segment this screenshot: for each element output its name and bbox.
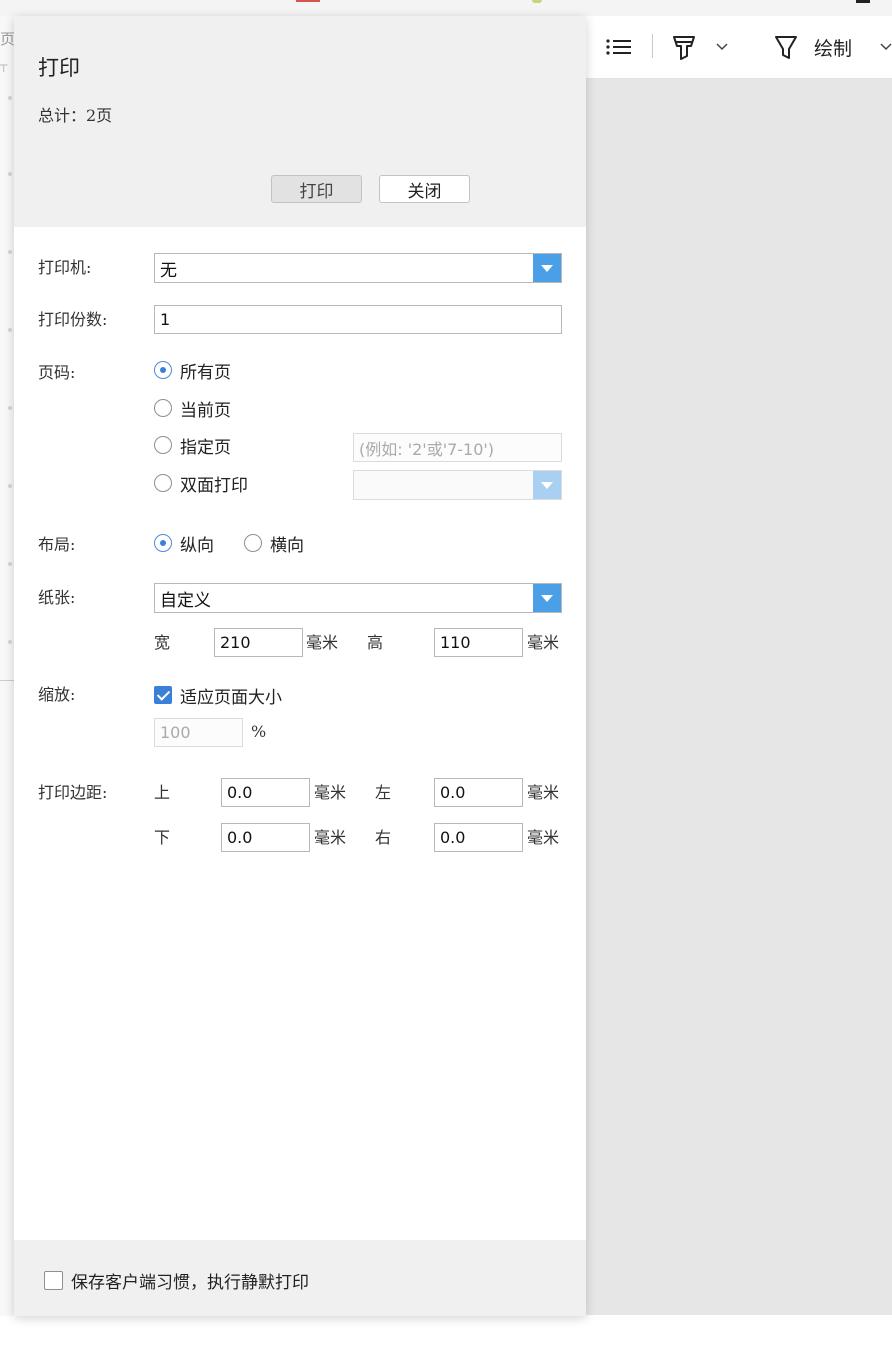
- background-edge-dot: [8, 172, 12, 176]
- silent-print-checkbox-row[interactable]: 保存客户端习惯，执行静默打印: [44, 1268, 309, 1293]
- margin-bottom-input[interactable]: 0.0: [221, 823, 310, 852]
- margin-top-unit: 毫米: [314, 783, 347, 802]
- margin-top-label: 上: [154, 783, 171, 802]
- radio-specified-pages[interactable]: 指定页: [154, 433, 231, 458]
- paper-select[interactable]: 自定义: [154, 583, 562, 613]
- radio-unselected-icon[interactable]: [154, 474, 172, 492]
- close-button[interactable]: 关闭: [379, 175, 470, 203]
- margin-bottom-label: 下: [154, 828, 171, 847]
- top-strip-mark: [532, 0, 542, 3]
- margin-left-unit: 毫米: [527, 783, 560, 802]
- fit-page-label: 适应页面大小: [180, 687, 282, 708]
- margin-bottom-unit: 毫米: [314, 828, 347, 847]
- dialog-footer: 保存客户端习惯，执行静默打印: [14, 1240, 586, 1316]
- top-strip-mark: [856, 0, 870, 3]
- background-edge-dot: [8, 406, 12, 410]
- paper-select-value: 自定义: [160, 590, 211, 611]
- radio-duplex-print-label: 双面打印: [180, 475, 248, 496]
- radio-landscape[interactable]: 横向: [244, 531, 304, 556]
- paper-width-unit: 毫米: [306, 633, 339, 652]
- margin-left-label: 左: [375, 783, 392, 802]
- checkbox-unchecked-icon[interactable]: [44, 1271, 63, 1290]
- chevron-down-icon[interactable]: [880, 16, 892, 78]
- toolbar-divider: [652, 34, 653, 58]
- radio-all-pages-label: 所有页: [180, 362, 231, 383]
- highlighter-icon[interactable]: [672, 16, 696, 78]
- layout-label: 布局:: [38, 535, 76, 554]
- radio-unselected-icon[interactable]: [244, 534, 262, 552]
- paper-height-unit: 毫米: [527, 633, 560, 652]
- draw-label[interactable]: 绘制: [814, 16, 852, 78]
- paper-width-input[interactable]: 210: [214, 628, 303, 657]
- background-edge-dot: [8, 640, 12, 644]
- radio-all-pages[interactable]: 所有页: [154, 358, 231, 383]
- paper-height-label: 高: [367, 633, 384, 652]
- total-pages-text: 总计：2页: [38, 106, 113, 125]
- printer-select[interactable]: 无: [154, 253, 562, 283]
- pages-label: 页码:: [38, 363, 76, 382]
- background-edge-dot: [8, 484, 12, 488]
- background-document-edge: [0, 16, 14, 1316]
- radio-unselected-icon[interactable]: [154, 399, 172, 417]
- checkbox-checked-icon[interactable]: [154, 686, 172, 704]
- radio-selected-icon[interactable]: [154, 361, 172, 379]
- radio-portrait-label: 纵向: [180, 535, 214, 556]
- dialog-title: 打印: [38, 56, 80, 80]
- radio-current-page-label: 当前页: [180, 400, 231, 421]
- duplex-select[interactable]: [353, 470, 562, 500]
- radio-specified-pages-label: 指定页: [180, 437, 231, 458]
- paper-width-label: 宽: [154, 633, 171, 652]
- fit-page-checkbox-row[interactable]: 适应页面大小: [154, 683, 282, 708]
- radio-landscape-label: 横向: [270, 535, 304, 556]
- paper-label: 纸张:: [38, 588, 76, 607]
- background-edge-dot: [8, 250, 12, 254]
- list-icon[interactable]: [606, 16, 632, 78]
- dropdown-arrow-icon[interactable]: [533, 584, 561, 612]
- page-range-input[interactable]: (例如: '2'或'7-10'): [353, 433, 562, 462]
- margin-right-label: 右: [375, 828, 392, 847]
- margin-top-input[interactable]: 0.0: [221, 778, 310, 807]
- copies-input[interactable]: 1: [154, 305, 562, 334]
- scale-percent-sign: %: [251, 722, 267, 741]
- radio-selected-icon[interactable]: [154, 534, 172, 552]
- top-strip: [0, 0, 892, 17]
- print-dialog: 打印 总计：2页 打印 关闭 打印机: 无 打印份数: 1 页码: 所有页 当前…: [14, 16, 586, 1316]
- background-edge-dot: [8, 562, 12, 566]
- radio-portrait[interactable]: 纵向: [154, 531, 214, 556]
- dropdown-arrow-icon[interactable]: [533, 254, 561, 282]
- dropdown-arrow-icon[interactable]: [533, 471, 561, 499]
- scale-percent-input[interactable]: 100: [154, 718, 243, 747]
- background-edge-divider: [0, 680, 14, 681]
- margin-right-input[interactable]: 0.0: [434, 823, 523, 852]
- dialog-header: 打印 总计：2页 打印 关闭: [14, 16, 586, 227]
- silent-print-label: 保存客户端习惯，执行静默打印: [71, 1273, 309, 1293]
- chevron-down-icon[interactable]: [716, 16, 728, 78]
- paper-height-input[interactable]: 110: [434, 628, 523, 657]
- background-edge-mark: ┬: [0, 58, 8, 72]
- radio-duplex-print[interactable]: 双面打印: [154, 471, 248, 496]
- print-button[interactable]: 打印: [271, 175, 362, 203]
- background-edge-text: 页: [0, 30, 16, 48]
- radio-current-page[interactable]: 当前页: [154, 396, 231, 421]
- top-strip-mark: [296, 0, 320, 2]
- copies-label: 打印份数:: [38, 310, 108, 329]
- background-edge-dot: [8, 328, 12, 332]
- scale-label: 缩放:: [38, 685, 76, 704]
- margin-right-unit: 毫米: [527, 828, 560, 847]
- margin-left-input[interactable]: 0.0: [434, 778, 523, 807]
- pen-icon[interactable]: [774, 16, 798, 78]
- printer-label: 打印机:: [38, 258, 92, 277]
- app-toolbar: 绘制: [586, 16, 892, 79]
- radio-unselected-icon[interactable]: [154, 436, 172, 454]
- print-preview-area: [586, 79, 892, 1315]
- background-edge-dot: [8, 96, 12, 100]
- printer-select-value: 无: [160, 260, 177, 281]
- margins-label: 打印边距:: [38, 783, 108, 802]
